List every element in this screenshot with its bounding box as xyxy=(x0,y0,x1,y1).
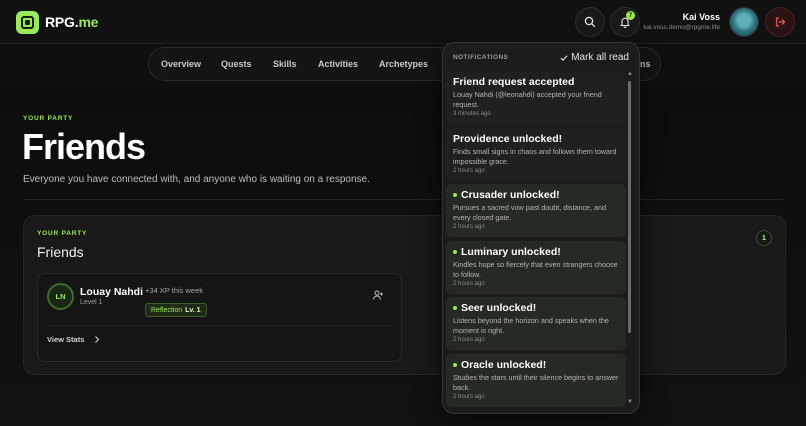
skill-tag-level: Lv. 1 xyxy=(185,306,201,314)
section-divider xyxy=(23,199,783,200)
page-title: Friends xyxy=(22,126,146,167)
check-icon xyxy=(560,54,568,61)
unread-dot-icon xyxy=(453,306,457,310)
notifications-header: NOTIFICATIONS xyxy=(453,54,509,61)
notification-item[interactable]: Seer unlocked! Listens beyond the horizo… xyxy=(446,297,626,350)
mark-all-read-label: Mark all read xyxy=(571,52,629,63)
notification-count-badge: 7 xyxy=(626,11,635,20)
nav-overview[interactable]: Overview xyxy=(161,59,201,69)
chevron-right-icon xyxy=(95,336,100,343)
unread-dot-icon xyxy=(453,249,457,254)
friend-name: Louay Nahdi xyxy=(80,286,144,298)
notification-body: Kindles hope so fiercely that even stran… xyxy=(453,259,618,279)
notification-item[interactable]: Friend request accepted Louay Nahdi (@le… xyxy=(446,71,626,124)
notification-time: 2 hours ago xyxy=(453,224,485,230)
nav-quests[interactable]: Quests xyxy=(221,59,252,69)
user-avatar[interactable] xyxy=(729,7,759,37)
logout-icon xyxy=(775,17,786,27)
unread-dot-icon xyxy=(453,362,457,367)
hero-eyebrow: YOUR PARTY xyxy=(23,115,74,122)
notification-body: Finds small signs in chaos and follows t… xyxy=(453,146,617,166)
notification-title: Friend request accepted xyxy=(453,76,575,88)
mark-all-read-button[interactable]: Mark all read xyxy=(560,52,629,63)
notification-item[interactable]: Oracle unlocked! Studies the stars until… xyxy=(446,353,626,407)
scroll-up-arrow-icon[interactable]: ▲ xyxy=(627,71,633,77)
card-eyebrow: YOUR PARTY xyxy=(37,230,88,237)
user-name: Kai Voss xyxy=(682,12,720,22)
notification-item[interactable]: Providence unlocked! Finds small signs i… xyxy=(446,127,626,181)
brand-name[interactable]: RPG.me xyxy=(45,14,98,30)
notification-body: Louay Nahdi (@leonahdi) accepted your fr… xyxy=(453,90,602,109)
nav-hidden-item[interactable]: ns xyxy=(640,59,651,69)
app-logo-icon[interactable] xyxy=(16,11,39,34)
user-email: kai.voss.demo@rpgme.life xyxy=(643,24,720,31)
search-button[interactable] xyxy=(575,7,605,37)
notification-time: 2 hours ago xyxy=(453,167,485,174)
notification-body: Studies the stars until their silence be… xyxy=(453,372,619,392)
notifications-button[interactable]: 7 xyxy=(610,7,640,37)
notification-title: Oracle unlocked! xyxy=(461,358,547,371)
unread-dot-icon xyxy=(453,193,457,197)
friend-level: Level 1 xyxy=(80,299,103,306)
search-icon xyxy=(584,16,596,28)
card-title: Friends xyxy=(37,244,84,260)
notification-title: Providence unlocked! xyxy=(453,132,563,145)
notifications-dropdown: NOTIFICATIONS Mark all read Friend reque… xyxy=(442,42,640,414)
nav-archetypes[interactable]: Archetypes xyxy=(379,59,428,69)
notification-time: 2 hours ago xyxy=(453,337,485,343)
skill-tag: Reflection Lv. 1 xyxy=(145,303,207,317)
notification-title: Crusader unlocked! xyxy=(461,189,560,201)
friend-count-badge: 1 xyxy=(756,230,772,246)
nav-skills[interactable]: Skills xyxy=(273,59,297,69)
friend-xp: +34 XP this week xyxy=(145,286,204,295)
notification-item[interactable]: Luminary unlocked! Kindles hope so fierc… xyxy=(446,240,626,294)
nav-activities[interactable]: Activities xyxy=(318,59,358,69)
notification-body: Pursues a sacred vow past doubt, distanc… xyxy=(453,203,607,222)
scroll-down-arrow-icon[interactable]: ▼ xyxy=(627,399,633,405)
notification-body: Listens beyond the horizon and speaks wh… xyxy=(453,316,609,335)
notification-item[interactable]: Crusader unlocked! Pursues a sacred vow … xyxy=(446,184,626,237)
friend-card[interactable]: LN Louay Nahdi Level 1 +34 XP this week … xyxy=(37,273,402,362)
notification-time: 3 minutes ago xyxy=(453,111,491,117)
user-add-icon[interactable] xyxy=(372,289,384,301)
notification-title: Luminary unlocked! xyxy=(461,245,561,258)
notification-title: Seer unlocked! xyxy=(461,302,537,314)
skill-tag-label: Reflection xyxy=(151,306,183,314)
page-subtitle: Everyone you have connected with, and an… xyxy=(23,174,370,185)
scrollbar-thumb[interactable] xyxy=(628,81,631,333)
notification-time: 2 hours ago xyxy=(453,280,485,287)
friend-avatar: LN xyxy=(47,283,74,310)
notifications-list: Friend request accepted Louay Nahdi (@le… xyxy=(446,71,626,410)
logout-button[interactable] xyxy=(765,7,795,37)
friend-card-divider xyxy=(47,325,392,326)
view-stats-link[interactable]: View Stats xyxy=(47,335,84,344)
top-header: RPG.me 7 Kai Voss kai.voss.demo@rpgme.li… xyxy=(0,0,806,44)
notification-time: 2 hours ago xyxy=(453,393,485,400)
friends-card: YOUR PARTY Friends 1 LN Louay Nahdi Leve… xyxy=(23,215,786,375)
